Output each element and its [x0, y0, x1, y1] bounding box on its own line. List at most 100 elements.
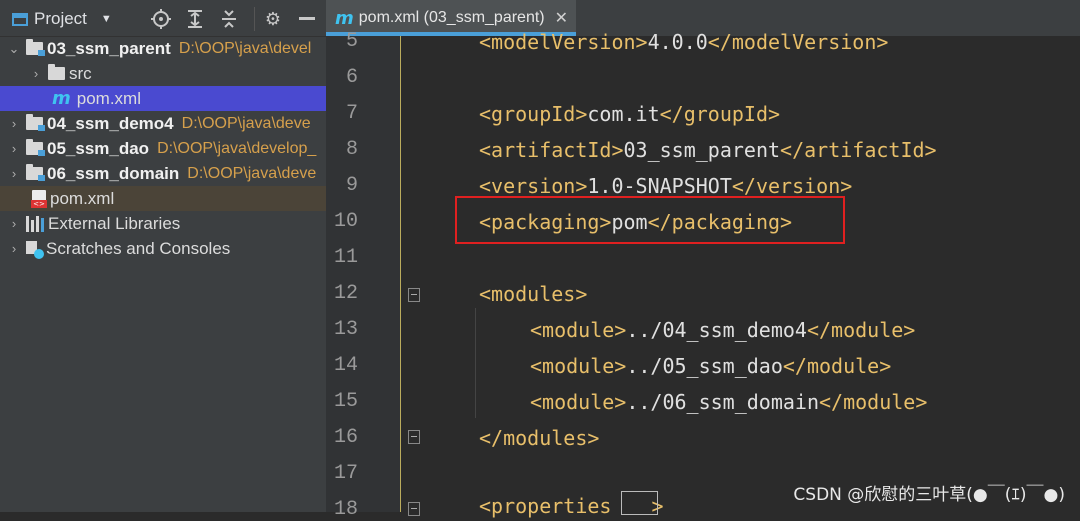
toolbar-divider [254, 7, 255, 31]
indent-guide [475, 308, 476, 418]
tree-item-scratches-and-consoles[interactable]: › Scratches and Consoles [0, 236, 326, 261]
tree-item-label: 03_ssm_parent [47, 38, 171, 58]
library-icon [26, 215, 44, 232]
project-view-selector[interactable]: Project ▼ [12, 8, 112, 30]
chevron-down-icon: ▼ [100, 13, 112, 25]
xml-value: ../04_ssm_demo4 [626, 318, 807, 342]
xml-close-tag: </module> [806, 318, 916, 342]
code-line-5[interactable]: <modelVersion>4.0.0</modelVersion> [479, 30, 888, 54]
gear-icon[interactable]: ⚙ [262, 8, 284, 30]
xml-value: ../06_ssm_domain [626, 390, 819, 414]
line-number: 12 [333, 282, 358, 305]
code-editor: m pom.xml (03_ssm_parent) ✕ 5 6 7 8 9 10 11 12 1… [326, 0, 1080, 521]
chevron-right-icon[interactable]: › [8, 166, 20, 181]
xml-open-tag: <properties [479, 494, 612, 518]
project-header: Project ▼ ⚙ [0, 0, 326, 37]
code-line-8[interactable]: <artifactId>03_ssm_parent</artifactId> [479, 138, 937, 162]
module-folder-icon [26, 114, 45, 131]
xml-close-tag: </modules> [479, 426, 600, 450]
tree-item-label: 04_ssm_demo4 [47, 113, 174, 133]
line-number: 7 [345, 102, 358, 125]
line-number: 16 [333, 426, 358, 449]
collapse-all-icon[interactable] [218, 8, 240, 30]
line-number: 6 [345, 66, 358, 89]
line-number: 17 [333, 462, 358, 485]
xml-close-tag: </groupId> [659, 102, 781, 126]
module-folder-icon [26, 164, 45, 181]
tree-item-src[interactable]: › src [0, 61, 326, 86]
line-number: 8 [345, 138, 358, 161]
tree-item-label: 06_ssm_domain [47, 163, 180, 183]
tree-item-path: D:\OOP\java\develop_ [157, 139, 317, 157]
maven-icon: m [335, 7, 354, 29]
code-line-14[interactable]: <module>../05_ssm_dao</module> [530, 354, 891, 378]
fold-marker-icon[interactable] [408, 288, 420, 302]
code-line-15[interactable]: <module>../06_ssm_domain</module> [530, 390, 927, 414]
project-title: Project [34, 9, 87, 28]
xml-close-tag: </modelVersion> [707, 30, 889, 54]
tree-item-path: D:\OOP\java\devel [178, 39, 312, 57]
chevron-right-icon[interactable]: › [8, 116, 20, 131]
project-tool-window: Project ▼ ⚙ ⌄ 03_ssm_parent D:\OOP\java\… [0, 0, 326, 512]
xml-open-tag: <module> [530, 390, 627, 414]
minimize-icon[interactable] [296, 8, 318, 30]
tree-item-03-ssm-parent[interactable]: ⌄ 03_ssm_parent D:\OOP\java\devel [0, 36, 326, 61]
xml-open-tag: <module> [530, 354, 627, 378]
tree-item-04-ssm-demo4[interactable]: › 04_ssm_demo4 D:\OOP\java\deve [0, 111, 326, 136]
code-line-7[interactable]: <groupId>com.it</groupId> [479, 102, 780, 126]
chevron-right-icon[interactable]: › [8, 141, 20, 156]
xml-value: 1.0-SNAPSHOT [587, 174, 732, 198]
xml-value: 4.0.0 [647, 30, 708, 54]
tab-label: pom.xml (03_ssm_parent) [358, 9, 545, 26]
line-number: 13 [333, 318, 358, 341]
line-number: 15 [333, 390, 358, 413]
close-icon[interactable]: ✕ [555, 8, 568, 28]
tree-item-label: pom.xml [76, 88, 141, 108]
xml-open-tag: <artifactId> [479, 138, 624, 162]
text-caret-box [621, 491, 658, 515]
line-number: 9 [345, 174, 358, 197]
chevron-right-icon[interactable]: › [8, 216, 20, 231]
xml-value: com.it [587, 102, 660, 126]
expand-all-icon[interactable] [184, 8, 206, 30]
xml-value: 03_ssm_parent [623, 138, 781, 162]
tree-item-root-pom-xml[interactable]: pom.xml [0, 186, 326, 211]
xml-close-tag: </module> [782, 354, 892, 378]
tree-item-label: Scratches and Consoles [46, 238, 231, 258]
tree-item-label: 05_ssm_dao [47, 138, 150, 158]
tree-item-pom-xml-selected[interactable]: m pom.xml [0, 86, 326, 111]
chevron-down-icon[interactable]: ⌄ [8, 41, 20, 57]
code-line-9[interactable]: <version>1.0-SNAPSHOT</version> [479, 174, 852, 198]
code-line-13[interactable]: <module>../04_ssm_demo4</module> [530, 318, 915, 342]
chevron-right-icon[interactable]: › [8, 241, 20, 256]
tree-item-06-ssm-domain[interactable]: › 06_ssm_domain D:\OOP\java\deve [0, 161, 326, 186]
code-line-12[interactable]: <modules> [479, 282, 587, 306]
code-line-16[interactable]: </modules> [479, 426, 599, 450]
xml-open-tag: <version> [479, 174, 588, 198]
tree-item-05-ssm-dao[interactable]: › 05_ssm_dao D:\OOP\java\develop_ [0, 136, 326, 161]
locate-file-icon[interactable] [150, 8, 172, 30]
xml-file-icon [31, 190, 47, 208]
xml-value: ../05_ssm_dao [626, 354, 783, 378]
gutter-change-marker [400, 36, 401, 512]
project-window-icon [12, 12, 28, 26]
tree-item-path: D:\OOP\java\deve [187, 164, 317, 182]
module-folder-icon [26, 139, 45, 156]
line-number: 14 [333, 354, 358, 377]
highlight-annotation-box [455, 196, 845, 244]
line-number: 18 [333, 498, 358, 521]
chevron-right-icon[interactable]: › [30, 66, 42, 81]
xml-open-tag: <module> [530, 318, 627, 342]
watermark: CSDN @欣慰的三叶草(●￣(ｴ)￣●) [793, 485, 1065, 505]
xml-close-tag: </module> [818, 390, 928, 414]
fold-marker-icon[interactable] [408, 430, 420, 444]
xml-close-tag: </artifactId> [780, 138, 937, 162]
folder-icon [48, 64, 65, 80]
tree-item-label: pom.xml [50, 188, 115, 208]
scratches-icon [26, 240, 44, 259]
tree-item-external-libraries[interactable]: › External Libraries [0, 211, 326, 236]
fold-marker-icon[interactable] [408, 502, 420, 516]
module-folder-icon [26, 39, 45, 56]
tree-item-path: D:\OOP\java\deve [181, 114, 311, 132]
tree-item-label: src [69, 63, 92, 83]
